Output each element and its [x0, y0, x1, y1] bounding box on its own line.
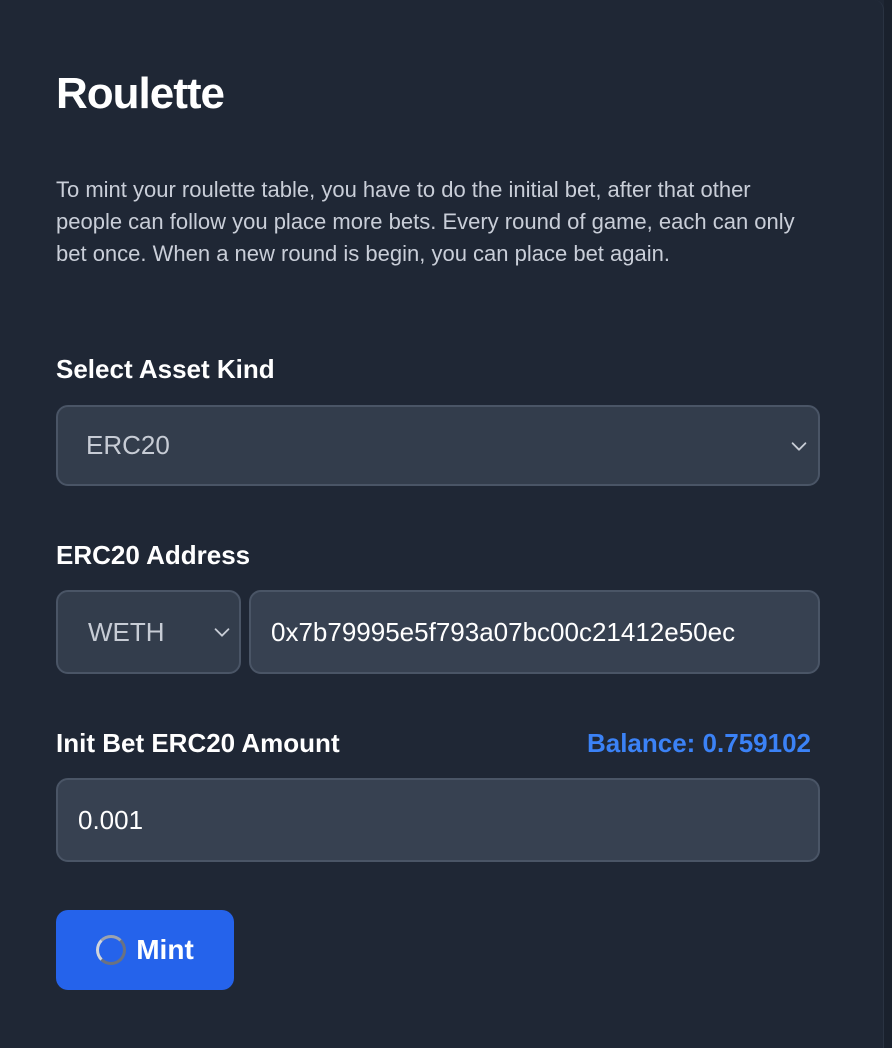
asset-kind-select[interactable]: ERC20 [56, 405, 820, 486]
chevron-down-icon [214, 628, 230, 637]
mint-button[interactable]: Mint [56, 910, 234, 990]
erc20-address-input[interactable]: 0x7b79995e5f793a07bc00c21412e50ec [249, 590, 820, 674]
token-selected-value: WETH [88, 616, 165, 647]
erc20-address-value: 0x7b79995e5f793a07bc00c21412e50ec [271, 616, 736, 647]
scroll-edge [884, 0, 892, 1048]
page-description: To mint your roulette table, you have to… [56, 177, 795, 266]
chevron-down-icon [791, 441, 807, 451]
init-bet-amount-value: 0.001 [78, 804, 144, 835]
token-select[interactable]: WETH [56, 590, 241, 674]
asset-kind-label: Select Asset Kind [56, 354, 275, 384]
mint-button-label: Mint [136, 934, 194, 965]
asset-kind-selected-value: ERC20 [86, 430, 170, 460]
init-bet-amount-input[interactable]: 0.001 [56, 778, 820, 862]
balance-link[interactable]: Balance: 0.759102 [587, 728, 811, 758]
spinner-icon [96, 935, 127, 965]
roulette-card: Roulette To mint your roulette table, yo… [0, 0, 884, 1048]
page-title: Roulette [56, 69, 225, 118]
init-bet-label: Init Bet ERC20 Amount [56, 728, 340, 758]
erc20-address-label: ERC20 Address [56, 540, 251, 570]
